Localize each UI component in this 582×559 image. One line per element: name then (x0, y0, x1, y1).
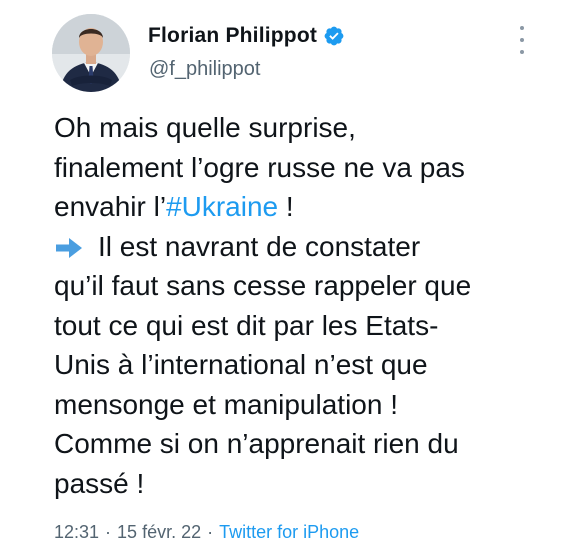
verified-badge-icon (324, 26, 344, 46)
tweet-line: tout ce qui est dit par les Etats- (54, 309, 439, 341)
tweet-text-fragment: ! (278, 191, 294, 222)
right-arrow-icon (56, 237, 82, 258)
more-dot (520, 50, 524, 54)
tweet-line: finalement l’ogre russe ne va pas (54, 151, 465, 183)
tweet-meta: 12:31 · 15 févr. 22 · Twitter for iPhone (54, 522, 359, 543)
hashtag-link[interactable]: #Ukraine (166, 191, 278, 222)
author-display-name[interactable]: Florian Philippot (148, 24, 317, 48)
tweet-line: Unis à l’international n’est que (54, 349, 428, 380)
tweet-line: Comme si on n’apprenait rien du (54, 428, 459, 459)
avatar[interactable] (52, 14, 130, 92)
tweet-text-fragment: envahir l’ (54, 191, 167, 222)
tweet-line: mensonge et manipulation ! (54, 388, 398, 420)
more-dot (520, 38, 524, 42)
tweet-line-arrow: Il est navrant de constater (54, 227, 554, 267)
avatar-photo (52, 14, 130, 92)
tweet-date[interactable]: 15 févr. 22 (117, 522, 201, 542)
tweet-card: Florian Philippot @f_philippot Oh mais q… (0, 0, 582, 559)
tweet-line: Oh mais quelle surprise, (54, 112, 356, 143)
meta-separator: · (105, 522, 112, 542)
more-dot (520, 26, 524, 30)
tweet-time[interactable]: 12:31 (54, 522, 99, 542)
tweet-line-hashtag: envahir l’#Ukraine ! (54, 187, 554, 227)
tweet-source-link[interactable]: Twitter for iPhone (219, 522, 359, 542)
tweet-text: Oh mais quelle surprise, finalement l’og… (54, 108, 554, 503)
more-options-icon[interactable] (515, 26, 529, 54)
author-handle[interactable]: @f_philippot (149, 58, 260, 81)
tweet-line: passé ! (54, 467, 145, 499)
meta-separator: · (207, 522, 214, 542)
tweet-line: qu’il faut sans cesse rappeler que (54, 270, 472, 301)
author-name-row[interactable]: Florian Philippot (148, 24, 345, 48)
tweet-text-fragment: Il est navrant de constater (98, 230, 421, 262)
